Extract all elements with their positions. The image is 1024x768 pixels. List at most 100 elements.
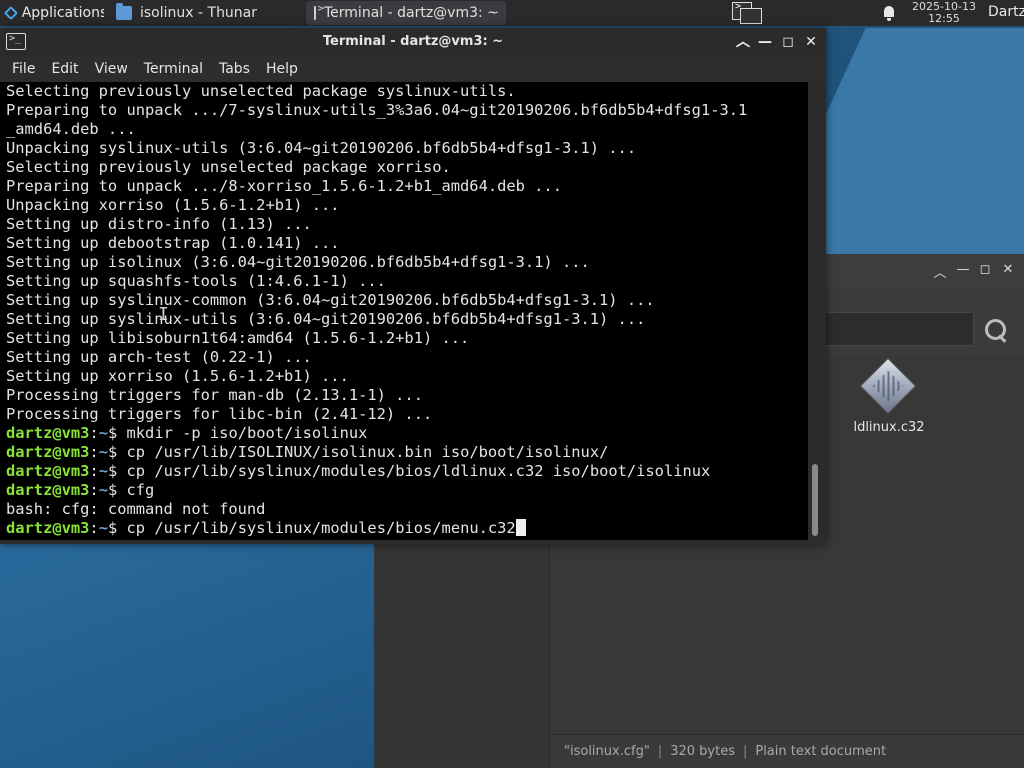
prompt-path: ~ — [98, 424, 108, 442]
terminal-output-line: Setting up squashfs-tools (1:4.6.1-1) ..… — [6, 272, 386, 290]
window-title: Terminal - dartz@vm3: ~ — [322, 34, 504, 49]
status-selected: "isolinux.cfg" — [564, 744, 650, 759]
prompt-dollar: $ — [107, 443, 127, 461]
terminal-output-line: Unpacking syslinux-utils (3:6.04~git2019… — [6, 139, 637, 157]
prompt-user: dartz@vm3 — [6, 443, 90, 461]
menu-tabs[interactable]: Tabs — [211, 61, 258, 77]
status-kind: Plain text document — [755, 744, 887, 759]
status-size: 320 bytes — [670, 744, 735, 759]
terminal-output-line: Processing triggers for man-db (2.13.1-1… — [6, 386, 423, 404]
scrollbar-thumb[interactable] — [812, 464, 818, 536]
terminal-output[interactable]: Selecting previously unselected package … — [0, 82, 808, 540]
binary-file-icon — [859, 357, 917, 415]
prompt-dollar: $ — [107, 519, 127, 537]
thunar-sidebar — [374, 544, 550, 768]
top-panel: Applications isolinux - Thunar Terminal … — [0, 0, 1024, 26]
terminal-output-line: bash: cfg: command not found — [6, 500, 266, 518]
status-separator: | — [742, 744, 748, 759]
applications-menu-button[interactable]: Applications — [0, 0, 108, 26]
menu-view[interactable]: View — [87, 61, 136, 77]
file-item[interactable]: ldlinux.c32 — [844, 357, 934, 435]
menubar: File Edit View Terminal Tabs Help — [0, 56, 826, 82]
workspace-switcher-icon[interactable] — [730, 1, 764, 25]
terminal-output-line: Setting up arch-test (0.22-1) ... — [6, 348, 312, 366]
taskbar-item-terminal[interactable]: Terminal - dartz@vm3: ~ — [306, 1, 506, 25]
terminal-titlebar[interactable]: Terminal - dartz@vm3: ~ ︿ — ◻ ✕ — [0, 28, 826, 56]
terminal-scrollbar[interactable] — [808, 82, 826, 540]
close-button[interactable]: ✕ — [802, 33, 820, 51]
terminal-command-line: dartz@vm3:~$ cp /usr/lib/ISOLINUX/isolin… — [6, 443, 808, 462]
terminal-output-line: Setting up libisoburn1t64:amd64 (1.5.6-1… — [6, 329, 470, 347]
search-icon[interactable] — [982, 316, 1010, 344]
location-bar[interactable] — [824, 312, 974, 346]
prompt-path: ~ — [98, 519, 108, 537]
maximize-icon[interactable]: ◻ — [977, 262, 993, 277]
minimize-icon[interactable]: — — [955, 262, 971, 277]
prompt-user: dartz@vm3 — [6, 481, 90, 499]
terminal-output-line: _amd64.deb ... — [6, 120, 136, 138]
wallpaper-shape — [0, 540, 380, 768]
file-name: ldlinux.c32 — [853, 420, 925, 435]
prompt-path: ~ — [98, 462, 108, 480]
terminal-command-line: dartz@vm3:~$ cfg — [6, 481, 808, 500]
prompt-dollar: $ — [107, 481, 127, 499]
prompt-dollar: $ — [107, 462, 127, 480]
terminal-output-line: Setting up syslinux-utils (3:6.04~git201… — [6, 310, 646, 328]
taskbar-item-label: Terminal - dartz@vm3: ~ — [324, 5, 499, 21]
prompt-colon: : — [89, 462, 99, 480]
maximize-button[interactable]: ◻ — [779, 33, 797, 51]
terminal-output-line: Setting up syslinux-common (3:6.04~git20… — [6, 291, 655, 309]
terminal-output-line: Preparing to unpack .../7-syslinux-utils… — [6, 101, 748, 119]
prompt-colon: : — [89, 519, 99, 537]
terminal-command-line: dartz@vm3:~$ mkdir -p iso/boot/isolinux — [6, 424, 808, 443]
command-text: cp /usr/lib/syslinux/modules/bios/menu.c… — [126, 519, 516, 537]
mouse-ibeam-cursor-icon: I — [158, 304, 169, 325]
command-text: mkdir -p iso/boot/isolinux — [126, 424, 368, 442]
prompt-dollar: $ — [107, 424, 127, 442]
terminal-window: Terminal - dartz@vm3: ~ ︿ — ◻ ✕ File Edi… — [0, 28, 826, 544]
terminal-output-line: Selecting previously unselected package … — [6, 82, 516, 100]
terminal-output-line: Unpacking xorriso (1.5.6-1.2+b1) ... — [6, 196, 340, 214]
prompt-user: dartz@vm3 — [6, 462, 90, 480]
notification-bell-icon[interactable] — [882, 5, 896, 21]
xfce-logo-icon — [4, 6, 18, 20]
prompt-user: dartz@vm3 — [6, 519, 90, 537]
terminal-output-line: Preparing to unpack .../8-xorriso_1.5.6-… — [6, 177, 562, 195]
prompt-path: ~ — [98, 481, 108, 499]
status-bar: "isolinux.cfg" | 320 bytes | Plain text … — [550, 734, 1024, 768]
prompt-path: ~ — [98, 443, 108, 461]
terminal-output-line: Processing triggers for libc-bin (2.41-1… — [6, 405, 433, 423]
terminal-output-line: Setting up isolinux (3:6.04~git20190206.… — [6, 253, 590, 271]
terminal-output-line: Selecting previously unselected package … — [6, 158, 451, 176]
terminal-icon — [314, 4, 325, 20]
prompt-colon: : — [89, 443, 99, 461]
menu-file[interactable]: File — [4, 61, 43, 77]
terminal-output-line: Setting up distro-info (1.13) ... — [6, 215, 312, 233]
menu-help[interactable]: Help — [258, 61, 306, 77]
close-icon[interactable]: ✕ — [1000, 262, 1016, 277]
prompt-user: dartz@vm3 — [6, 424, 90, 442]
prompt-colon: : — [89, 481, 99, 499]
prompt-colon: : — [89, 424, 99, 442]
terminal-output-line: Setting up debootstrap (1.0.141) ... — [6, 234, 340, 252]
command-text: cfg — [126, 481, 155, 499]
minimize-button[interactable]: — — [756, 33, 774, 51]
menu-edit[interactable]: Edit — [43, 61, 86, 77]
terminal-command-line: dartz@vm3:~$ cp /usr/lib/syslinux/module… — [6, 462, 808, 481]
maximize-up-icon[interactable]: ︿ — [932, 262, 948, 281]
text-cursor — [515, 519, 526, 536]
clock[interactable]: 2025-10-13 12:55 — [906, 1, 982, 25]
taskbar-item-label: isolinux - Thunar — [140, 5, 258, 21]
user-menu[interactable]: Dartz — [988, 4, 1024, 20]
folder-icon — [116, 3, 132, 20]
shade-button[interactable]: ︿ — [734, 33, 752, 51]
menu-terminal[interactable]: Terminal — [136, 61, 211, 77]
command-text: cp /usr/lib/syslinux/modules/bios/ldlinu… — [126, 462, 711, 480]
terminal-command-line: dartz@vm3:~$ cp /usr/lib/syslinux/module… — [6, 519, 808, 538]
applications-label: Applications — [21, 5, 104, 21]
command-text: cp /usr/lib/ISOLINUX/isolinux.bin iso/bo… — [126, 443, 609, 461]
terminal-output-line: Setting up xorriso (1.5.6-1.2+b1) ... — [6, 367, 349, 385]
clock-time: 12:55 — [928, 12, 960, 25]
status-separator: | — [657, 744, 663, 759]
taskbar-item-thunar[interactable]: isolinux - Thunar — [108, 1, 302, 25]
